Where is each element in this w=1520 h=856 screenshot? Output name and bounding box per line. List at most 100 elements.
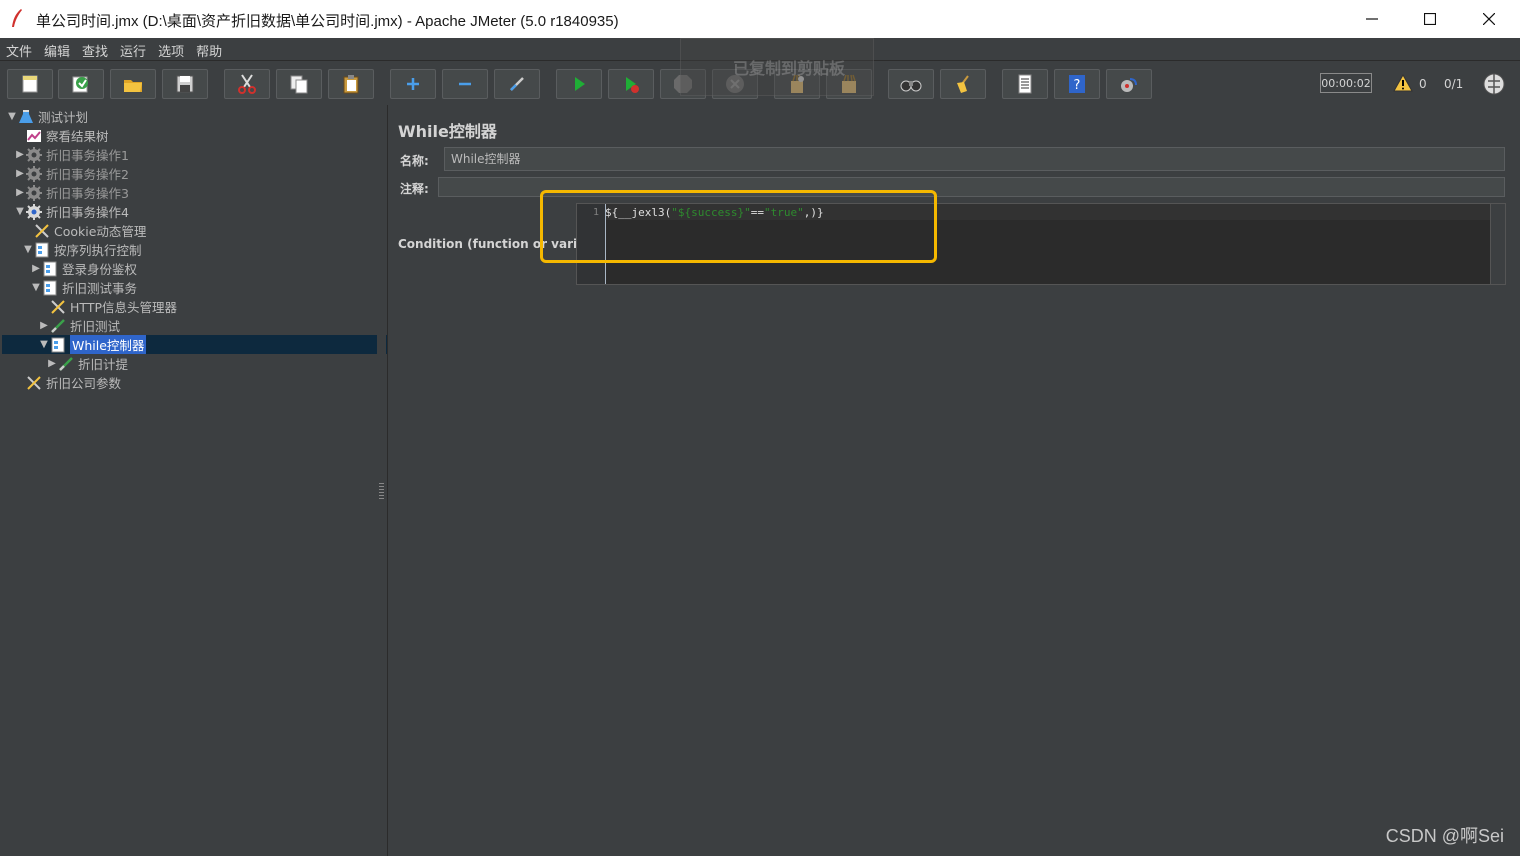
sampler-icon — [58, 356, 74, 372]
expand-arrow-down-icon[interactable]: ▼ — [14, 206, 26, 217]
tree-node[interactable]: ▼ 折旧事务操作4 — [14, 202, 129, 221]
expand-arrow-down-icon[interactable]: ▼ — [38, 339, 50, 350]
tree-node[interactable]: ▶ 折旧事务操作3 — [14, 183, 129, 202]
tree-node-label: 登录身份鉴权 — [62, 262, 138, 277]
tree-node[interactable]: ▶ 折旧计提 — [46, 354, 128, 373]
paste-button[interactable] — [328, 69, 374, 99]
paste-icon — [343, 75, 359, 94]
warning-count: 0 — [1419, 77, 1427, 91]
save-button[interactable] — [162, 69, 208, 99]
thread-group-icon — [26, 146, 42, 163]
start-no-pause-button[interactable] — [608, 69, 654, 99]
help-button[interactable]: ? — [1054, 69, 1100, 99]
expand-arrow-right-icon[interactable]: ▶ — [46, 358, 58, 369]
search-button[interactable] — [888, 69, 934, 99]
function-helper-button[interactable] — [1002, 69, 1048, 99]
menu-run[interactable]: 运行 — [114, 38, 152, 60]
panel-title: While控制器 — [398, 122, 497, 141]
svg-text:?: ? — [1074, 78, 1081, 93]
expand-arrow-right-icon[interactable]: ▶ — [14, 168, 26, 179]
controller-icon — [50, 337, 66, 353]
tree-node-label: 折旧事务操作3 — [46, 186, 129, 201]
toggle-icon — [510, 77, 524, 91]
tree-node-label: 折旧计提 — [78, 357, 129, 372]
broom-icon — [957, 75, 969, 93]
start-icon — [575, 77, 585, 91]
active-threads: 0/1 — [1444, 77, 1464, 91]
tree-node[interactable]: ▼ 按序列执行控制 — [22, 240, 142, 259]
editor-scrollbar[interactable] — [1490, 204, 1505, 284]
window-title: 单公司时间.jmx (D:\桌面\资产折旧数据\单公司时间.jmx) - Apa… — [36, 13, 619, 30]
splitter-grip[interactable] — [379, 483, 384, 501]
sampler-icon — [50, 318, 66, 334]
expand-arrow-down-icon[interactable]: ▼ — [6, 111, 18, 122]
tree-node[interactable]: ▶ 登录身份鉴权 — [30, 259, 137, 278]
pane-splitter[interactable] — [377, 105, 386, 856]
name-field[interactable]: While控制器 — [444, 147, 1505, 171]
reset-search-button[interactable] — [940, 69, 986, 99]
config-icon — [50, 299, 66, 315]
close-button[interactable] — [1460, 0, 1518, 38]
new-icon — [22, 75, 38, 93]
expand-arrow-right-icon[interactable]: ▶ — [30, 263, 42, 274]
tree-node-label: HTTP信息头管理器 — [70, 300, 177, 315]
expand-arrow-right-icon[interactable]: ▶ — [14, 149, 26, 160]
tree-node[interactable]: HTTP信息头管理器 — [38, 297, 177, 316]
copy-icon — [290, 75, 308, 94]
remote-icon — [1121, 78, 1137, 92]
save-icon — [176, 75, 194, 93]
tree-node[interactable]: ▶ 折旧事务操作1 — [14, 145, 129, 164]
tree-node-label: 折旧事务操作1 — [46, 148, 129, 163]
name-label: 名称: — [400, 154, 429, 168]
new-button[interactable] — [7, 69, 53, 99]
copy-button[interactable] — [276, 69, 322, 99]
tree-node-label: While控制器 — [70, 335, 147, 354]
controller-icon — [42, 280, 58, 296]
menu-search[interactable]: 查找 — [76, 38, 114, 60]
csdn-watermark: CSDN @啊Sei — [1385, 826, 1504, 846]
templates-button[interactable] — [58, 69, 104, 99]
listener-icon — [26, 128, 42, 144]
tree-node[interactable]: ▼ 测试计划 — [6, 107, 88, 126]
menu-options[interactable]: 选项 — [152, 38, 190, 60]
tree-node[interactable]: ▼ 折旧测试事务 — [30, 278, 137, 297]
maximize-button[interactable] — [1401, 0, 1459, 38]
test-plan-icon — [18, 109, 34, 125]
warning-icon[interactable] — [1393, 74, 1413, 92]
collapse-button[interactable] — [442, 69, 488, 99]
function-helper-icon — [1018, 74, 1032, 94]
expand-arrow-right-icon[interactable]: ▶ — [38, 320, 50, 331]
expand-arrow-down-icon[interactable]: ▼ — [30, 282, 42, 293]
open-button[interactable] — [110, 69, 156, 99]
menu-help[interactable]: 帮助 — [190, 38, 228, 60]
menu-edit[interactable]: 编辑 — [38, 38, 76, 60]
tree-node[interactable]: 察看结果树 — [14, 126, 109, 145]
tree-node-label: 折旧公司参数 — [46, 376, 122, 391]
expand-arrow-down-icon[interactable]: ▼ — [22, 244, 34, 255]
open-icon — [124, 80, 142, 92]
comment-label: 注释: — [400, 182, 429, 196]
tree-node[interactable]: ▼ While控制器 — [2, 335, 411, 354]
expand-arrow-right-icon[interactable]: ▶ — [14, 187, 26, 198]
toggle-button[interactable] — [494, 69, 540, 99]
maximize-icon — [1424, 13, 1436, 25]
copied-toast: 已复制到剪贴板 — [680, 38, 874, 96]
tree-node-label: 察看结果树 — [46, 129, 109, 144]
cut-button[interactable] — [224, 69, 270, 99]
remote-button[interactable] — [1106, 69, 1152, 99]
tree-node-label: 折旧测试 — [70, 319, 121, 334]
tree-node-label: 折旧事务操作4 — [46, 205, 129, 220]
expand-button[interactable] — [390, 69, 436, 99]
controller-icon — [42, 261, 58, 277]
tree-node[interactable]: ▶ 折旧事务操作2 — [14, 164, 129, 183]
minimize-button[interactable] — [1343, 0, 1401, 38]
start-button[interactable] — [556, 69, 602, 99]
tree-node[interactable]: ▶ 折旧测试 — [38, 316, 120, 335]
tree-node-label: 折旧测试事务 — [62, 281, 138, 296]
thread-group-icon — [26, 203, 42, 220]
tree-node[interactable]: Cookie动态管理 — [22, 221, 146, 240]
tree-node[interactable]: 折旧公司参数 — [14, 373, 121, 392]
thread-group-icon — [26, 165, 42, 182]
menu-file[interactable]: 文件 — [0, 38, 38, 60]
jmeter-feather-icon — [12, 9, 22, 27]
